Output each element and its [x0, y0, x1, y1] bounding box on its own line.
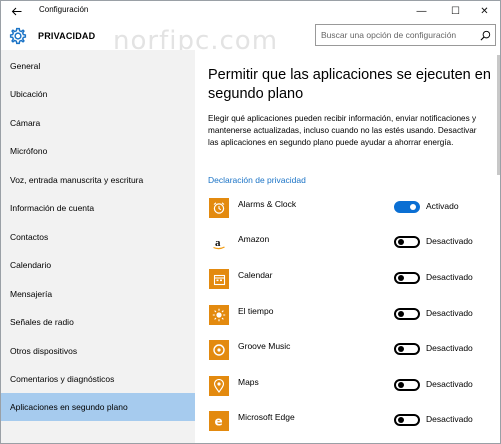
toggle-status: Desactivado [426, 236, 473, 246]
toggle-knob [398, 382, 404, 388]
close-icon: ✕ [480, 6, 489, 17]
toggle-switch[interactable] [394, 236, 420, 248]
toggle-status: Desactivado [426, 308, 473, 318]
svg-text:a: a [215, 237, 221, 249]
music-disc-icon [209, 340, 229, 360]
settings-header: PRIVACIDAD norfipc.com [1, 22, 500, 56]
sidebar-item-otros-dispositivos[interactable]: Otros dispositivos [1, 337, 195, 365]
privacy-statement-link[interactable]: Declaración de privacidad [208, 175, 306, 185]
toggle-switch[interactable] [394, 272, 420, 284]
toggle-status: Desactivado [426, 272, 473, 282]
sidebar-item-contactos[interactable]: Contactos [1, 223, 195, 251]
svg-text:e: e [215, 415, 223, 429]
sidebar-item-mensajeria[interactable]: Mensajería [1, 280, 195, 308]
sidebar-item-label: Mensajería [10, 289, 53, 299]
app-row: Calendar Desactivado [208, 269, 493, 293]
back-button[interactable] [3, 2, 29, 21]
calendar-icon [209, 269, 229, 289]
app-row: El tiempo Desactivado [208, 305, 493, 329]
sidebar-item-voz[interactable]: Voz, entrada manuscrita y escritura [1, 166, 195, 194]
map-pin-icon [209, 376, 229, 396]
main-content: Permitir que las aplicaciones se ejecute… [195, 50, 500, 443]
sidebar-item-camara[interactable]: Cámara [1, 109, 195, 137]
app-row: Alarms & Clock Activado [208, 198, 493, 222]
toggle-knob [398, 239, 404, 245]
toggle-knob [410, 204, 416, 210]
sidebar-item-label: Otros dispositivos [10, 346, 78, 356]
minimize-icon: — [416, 6, 427, 17]
toggle-knob [398, 275, 404, 281]
window-title: Configuración [39, 5, 89, 14]
app-name: Maps [238, 377, 259, 387]
toggle-switch[interactable] [394, 201, 420, 213]
sidebar-item-ubicacion[interactable]: Ubicación [1, 80, 195, 108]
page-title: PRIVACIDAD [38, 31, 96, 41]
sidebar-item-informacion-cuenta[interactable]: Información de cuenta [1, 194, 195, 222]
toggle-status: Desactivado [426, 414, 473, 424]
toggle-knob [398, 346, 404, 352]
app-name: Groove Music [238, 341, 291, 351]
sidebar-item-label: Contactos [10, 232, 49, 242]
alarm-clock-icon [209, 198, 229, 218]
toggle-status: Desactivado [426, 343, 473, 353]
settings-window: Configuración — ☐ ✕ PRIVACIDAD norfipc.c… [0, 0, 501, 444]
app-row: a Amazon Desactivado [208, 233, 493, 257]
search-input[interactable] [316, 30, 476, 40]
sidebar-item-label: Comentarios y diagnósticos [10, 374, 115, 384]
close-button[interactable]: ✕ [467, 1, 500, 22]
sidebar-item-calendario[interactable]: Calendario [1, 251, 195, 279]
toggle-status: Desactivado [426, 379, 473, 389]
amazon-icon: a [209, 233, 229, 253]
sidebar-item-microfono[interactable]: Micrófono [1, 137, 195, 165]
app-row: Groove Music Desactivado [208, 340, 493, 364]
maximize-icon: ☐ [451, 6, 460, 17]
toggle-switch[interactable] [394, 379, 420, 391]
toggle-switch[interactable] [394, 343, 420, 355]
app-name: Alarms & Clock [238, 199, 297, 209]
minimize-button[interactable]: — [404, 1, 439, 22]
sidebar-item-label: Señales de radio [10, 317, 74, 327]
title-bar: Configuración — ☐ ✕ [1, 1, 500, 22]
toggle-status: Activado [426, 201, 459, 211]
weather-sun-icon [209, 305, 229, 325]
sidebar-item-label: Ubicación [10, 89, 48, 99]
sidebar-item-general[interactable]: General [1, 52, 195, 80]
toggle-switch[interactable] [394, 308, 420, 320]
sidebar-item-comentarios[interactable]: Comentarios y diagnósticos [1, 365, 195, 393]
sidebar-item-label: Aplicaciones en segundo plano [10, 402, 128, 412]
content-description: Elegir qué aplicaciones pueden recibir i… [208, 114, 477, 147]
edge-browser-icon: e [209, 411, 229, 431]
sidebar-item-aplicaciones-segundo-plano[interactable]: Aplicaciones en segundo plano [1, 393, 195, 421]
sidebar-item-label: Cámara [10, 118, 41, 128]
app-row: Maps Desactivado [208, 376, 493, 400]
toggle-knob [398, 417, 404, 423]
back-arrow-icon [11, 7, 21, 16]
app-row: e Microsoft Edge Desactivado [208, 411, 493, 435]
sidebar: General Ubicación Cámara Micrófono Voz, … [1, 50, 195, 443]
app-name: Microsoft Edge [238, 412, 295, 422]
sidebar-item-label: Voz, entrada manuscrita y escritura [10, 175, 144, 185]
scrollbar[interactable] [497, 55, 500, 175]
sidebar-item-label: Micrófono [10, 146, 48, 156]
sidebar-item-senales-radio[interactable]: Señales de radio [1, 308, 195, 336]
sidebar-item-label: General [10, 61, 41, 71]
gear-icon [9, 27, 27, 45]
app-name: Calendar [238, 270, 273, 280]
app-name: El tiempo [238, 306, 274, 316]
content-heading: Permitir que las aplicaciones se ejecute… [208, 67, 491, 102]
sidebar-item-label: Calendario [10, 260, 52, 270]
sidebar-item-label: Información de cuenta [10, 203, 95, 213]
toggle-knob [398, 311, 404, 317]
search-box[interactable] [315, 24, 496, 46]
search-icon[interactable] [480, 30, 491, 41]
app-name: Amazon [238, 234, 270, 244]
toggle-switch[interactable] [394, 414, 420, 426]
